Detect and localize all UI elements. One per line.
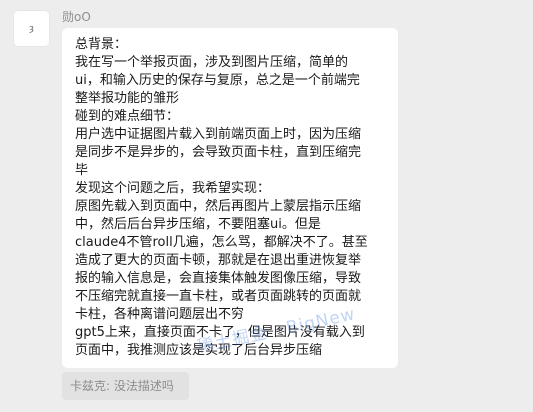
message-line: 碰到的难点细节： xyxy=(75,109,180,124)
message-line: 我在写一个举报页面，涉及到图片压缩，简单的 xyxy=(75,55,349,70)
chat-view: ȝ 勋oO 总背景： 我在写一个举报页面，涉及到图片压缩，简单的 ui，和输入历… xyxy=(0,0,533,412)
message-line: ui，和输入历史的保存与复原，总之是一个前端完 xyxy=(75,73,360,88)
message-line: 是同步不是异步的，会导致页面卡柱，直到压缩完 xyxy=(75,145,362,160)
message-bubble[interactable]: 总背景： 我在写一个举报页面，涉及到图片压缩，简单的 ui，和输入历史的保存与复… xyxy=(62,28,398,368)
message-line: claude4不管roll几遍，怎么骂，都解决不了。甚至 xyxy=(75,235,368,250)
message-line: 造成了更大的页面卡顿，那就是在退出重进恢复举 xyxy=(75,253,362,268)
quoted-reply-text: 卡兹克: 没法描述吗 xyxy=(70,379,174,393)
message-line: 页面中，我推测应该是实现了后台异步压缩 xyxy=(75,343,323,358)
message-line: 毕 xyxy=(75,163,89,178)
avatar-glyph: ȝ xyxy=(29,23,34,34)
quoted-reply[interactable]: 卡兹克: 没法描述吗 xyxy=(62,372,189,400)
message-line: 报的输入信息是，会直接集体触发图像压缩，导致 xyxy=(75,271,362,286)
sender-avatar[interactable]: ȝ xyxy=(13,10,50,47)
message-line: 原图先载入到页面中，然后再图片上蒙层指示压缩 xyxy=(75,199,362,214)
message-line: 总背景： xyxy=(75,37,128,52)
message-line: 用户选中证据图片载入到前端页面上时，因为压缩 xyxy=(75,127,362,142)
message-line: 发现这个问题之后，我希望实现： xyxy=(75,181,271,196)
message-line: 卡柱，各种离谱问题层出不穷 xyxy=(75,307,245,322)
message-line: 不压缩完就直接一直卡柱，或者页面跳转的页面就 xyxy=(75,289,362,304)
message-line: gpt5上来，直接页面不卡了，但是图片没有载入到 xyxy=(75,325,365,340)
message-line: 整举报功能的雏形 xyxy=(75,91,180,106)
sender-name: 勋oO xyxy=(62,10,91,24)
message-line: 中，然后后台异步压缩，不要阻塞ui。但是 xyxy=(75,217,321,232)
